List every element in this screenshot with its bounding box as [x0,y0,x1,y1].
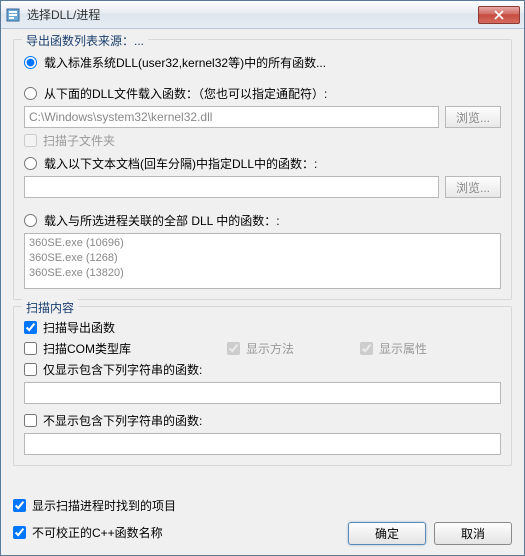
scan-subfolders-label: 扫描子文件夹 [43,132,115,149]
titlebar: 选择DLL/进程 [1,1,524,29]
scan-subfolders-row: 扫描子文件夹 [24,132,501,149]
radio-system-label[interactable]: 载入标准系统DLL(user32,kernel32等)中的所有函数... [44,54,326,71]
scan-com-checkbox[interactable] [24,342,37,355]
not-contains-checkbox[interactable] [24,414,37,427]
not-contains-input[interactable] [24,433,501,455]
show-while-scan-checkbox[interactable] [13,499,26,512]
radio-file-row: 从下面的DLL文件载入函数：（您也可以指定通配符）: [24,85,501,102]
radio-process-label[interactable]: 载入与所选进程关联的全部 DLL 中的函数：: [44,212,280,229]
not-contains-row: 不显示包含下列字符串的函数: [24,412,501,429]
scan-exports-row: 扫描导出函数 [24,319,501,336]
radio-process-row: 载入与所选进程关联的全部 DLL 中的函数：: [24,212,501,229]
bottom-checks: 显示扫描进程时找到的项目 不可校正的C++函数名称 [13,493,340,545]
only-contains-label[interactable]: 仅显示包含下列字符串的函数: [43,361,202,378]
ok-button[interactable]: 确定 [348,522,426,545]
list-item[interactable]: 360SE.exe (10696) [29,236,496,251]
show-methods-checkbox[interactable] [227,342,240,355]
close-button[interactable] [478,6,520,24]
app-icon [5,7,21,23]
process-listbox[interactable]: 360SE.exe (10696) 360SE.exe (1268) 360SE… [24,233,501,289]
radio-text-row: 载入以下文本文档(回车分隔)中指定DLL中的函数：: [24,155,501,172]
group-scan-legend: 扫描内容 [22,299,78,316]
show-while-scan-label[interactable]: 显示扫描进程时找到的项目 [32,497,176,514]
radio-file[interactable] [24,87,37,100]
not-contains-label[interactable]: 不显示包含下列字符串的函数: [43,412,202,429]
show-while-scan-row: 显示扫描进程时找到的项目 [13,497,340,514]
only-contains-row: 仅显示包含下列字符串的函数: [24,361,501,378]
radio-text-label[interactable]: 载入以下文本文档(回车分隔)中指定DLL中的函数：: [44,155,317,172]
show-props-label: 显示属性 [379,340,427,357]
bottom-bar: 显示扫描进程时找到的项目 不可校正的C++函数名称 确定 取消 [1,489,524,555]
only-contains-checkbox[interactable] [24,363,37,376]
radio-process[interactable] [24,214,37,227]
uncorrectable-cpp-row: 不可校正的C++函数名称 [13,524,340,541]
browse-text-button[interactable]: 浏览... [445,176,501,198]
show-props-checkbox[interactable] [360,342,373,355]
group-source-legend: 导出函数列表来源：... [22,32,148,49]
group-scan: 扫描内容 扫描导出函数 扫描COM类型库 显示方法 显示属性 仅显示包含下列字符… [13,306,512,466]
radio-system-row: 载入标准系统DLL(user32,kernel32等)中的所有函数... [24,54,501,71]
radio-system[interactable] [24,56,37,69]
uncorrectable-cpp-checkbox[interactable] [13,526,26,539]
content-area: 导出函数列表来源：... 载入标准系统DLL(user32,kernel32等)… [1,29,524,489]
radio-text[interactable] [24,157,37,170]
file-path-input[interactable] [24,106,439,128]
uncorrectable-cpp-label[interactable]: 不可校正的C++函数名称 [32,524,163,541]
list-item[interactable]: 360SE.exe (1268) [29,251,496,266]
scan-exports-label[interactable]: 扫描导出函数 [43,319,115,336]
show-methods-label: 显示方法 [246,340,294,357]
cancel-button[interactable]: 取消 [434,522,512,545]
dialog-window: 选择DLL/进程 导出函数列表来源：... 载入标准系统DLL(user32,k… [0,0,525,556]
group-source: 导出函数列表来源：... 载入标准系统DLL(user32,kernel32等)… [13,39,512,300]
window-title: 选择DLL/进程 [27,6,478,23]
scan-exports-checkbox[interactable] [24,321,37,334]
text-path-input[interactable] [24,176,439,198]
file-path-row: 浏览... [24,106,501,128]
text-path-row: 浏览... [24,176,501,198]
scan-subfolders-checkbox[interactable] [24,134,37,147]
scan-com-label[interactable]: 扫描COM类型库 [43,340,131,357]
browse-file-button[interactable]: 浏览... [445,106,501,128]
radio-file-label[interactable]: 从下面的DLL文件载入函数：（您也可以指定通配符）: [44,85,327,102]
list-item[interactable]: 360SE.exe (13820) [29,266,496,281]
scan-com-row: 扫描COM类型库 显示方法 显示属性 [24,340,501,357]
only-contains-input[interactable] [24,382,501,404]
